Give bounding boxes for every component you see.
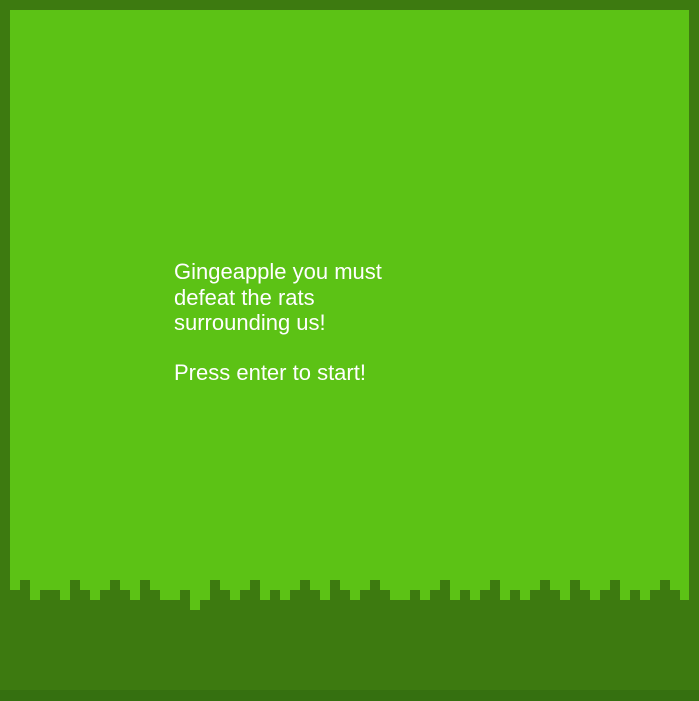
grass-tuft [90, 600, 100, 690]
grass-tuft [290, 590, 300, 690]
grass-tuft [670, 590, 680, 690]
grass-tuft [170, 600, 180, 690]
grass-tuft [150, 590, 160, 690]
grass-tuft [560, 600, 570, 690]
grass-tuft [160, 600, 170, 690]
grass-tuft [660, 580, 670, 690]
grass-tuft [460, 590, 470, 690]
grass-tuft [180, 590, 190, 690]
grass-tuft [270, 590, 280, 690]
grass-tuft [640, 600, 650, 690]
grass-tuft [20, 580, 30, 690]
grass-tuft [310, 590, 320, 690]
grass-tuft [650, 590, 660, 690]
grass-tuft [280, 600, 290, 690]
grass-tuft [50, 590, 60, 690]
grass-tuft [110, 580, 120, 690]
grass-tuft [530, 590, 540, 690]
grass-tuft [410, 590, 420, 690]
grass-tuft [510, 590, 520, 690]
grass-tuft [330, 580, 340, 690]
grass-tuft [380, 590, 390, 690]
grass-tuft [570, 580, 580, 690]
grass-tuft [120, 590, 130, 690]
grass-tuft [70, 580, 80, 690]
grass-tuft [360, 590, 370, 690]
grass-tuft [100, 590, 110, 690]
grass-tuft [420, 600, 430, 690]
grass-tuft [590, 600, 600, 690]
grass-tuft [260, 600, 270, 690]
grass-tuft [350, 600, 360, 690]
grass-tuft [610, 580, 620, 690]
game-screen[interactable]: Gingeapple you must defeat the rats surr… [0, 0, 699, 701]
grass-tuft [80, 590, 90, 690]
grass-tuft [250, 580, 260, 690]
grass-tuft [300, 580, 310, 690]
bottom-edge [0, 690, 699, 701]
grass-tuft [130, 600, 140, 690]
grass-tuft [520, 600, 530, 690]
grass-tuft [10, 590, 20, 690]
grass-tuft [440, 580, 450, 690]
grass-tuft [390, 600, 400, 690]
intro-line-2: defeat the rats [174, 284, 315, 310]
grass-tuft [60, 600, 70, 690]
grass-tuft [190, 610, 200, 690]
grass-tuft [0, 0, 699, 10]
grass-tuft [680, 600, 690, 690]
grass-tuft [550, 590, 560, 690]
grass-tuft [470, 600, 480, 690]
grass-tuft [220, 590, 230, 690]
grass-tuft [500, 600, 510, 690]
intro-message: Gingeapple you must defeat the rats surr… [174, 259, 434, 385]
intro-line-3: surrounding us! [174, 310, 326, 335]
grass-tuft [30, 600, 40, 690]
grass-tuft [620, 600, 630, 690]
grass-tuft [630, 590, 640, 690]
grass-tuft [540, 580, 550, 690]
grass-tuft [600, 590, 610, 690]
grass-tuft [230, 600, 240, 690]
start-prompt: Press enter to start! [174, 359, 366, 385]
grass-tuft [580, 590, 590, 690]
grass-tuft [140, 580, 150, 690]
grass-tuft [210, 580, 220, 690]
grass-tuft [450, 600, 460, 690]
grass-tuft [430, 590, 440, 690]
grass-tuft [40, 590, 50, 690]
grass-tuft [240, 590, 250, 690]
grass-tuft [0, 0, 10, 701]
grass-tuft [689, 0, 699, 701]
grass-tuft [340, 590, 350, 690]
grass-tuft [400, 600, 410, 690]
intro-line-1: Gingeapple you must [174, 259, 382, 284]
grass-tuft [200, 600, 210, 690]
grass-tuft [490, 580, 500, 690]
grass-tuft [370, 580, 380, 690]
grass-tuft [480, 590, 490, 690]
grass-tuft [320, 600, 330, 690]
